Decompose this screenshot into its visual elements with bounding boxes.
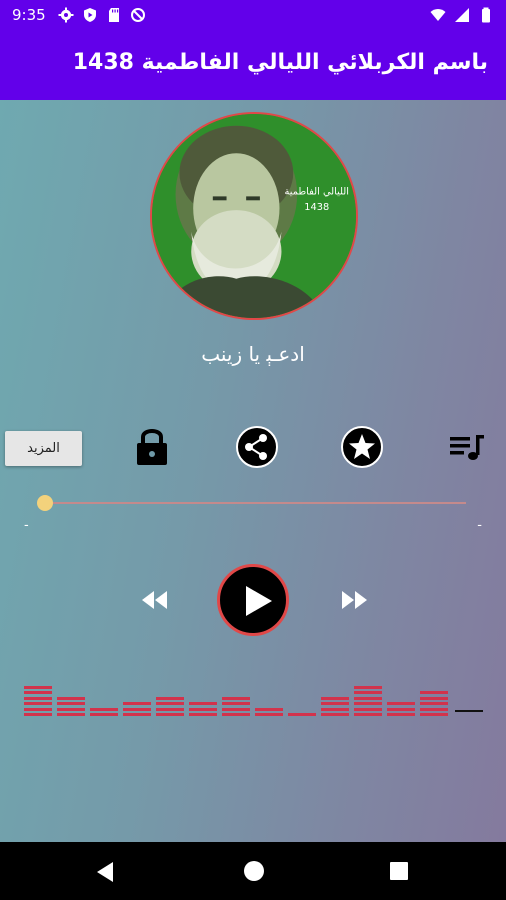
equalizer-segment	[354, 702, 382, 705]
cover-overlay-text-line2: 1438	[304, 202, 329, 213]
equalizer-segment	[90, 707, 118, 711]
rewind-icon[interactable]	[139, 589, 169, 611]
shield-play-icon	[84, 8, 96, 22]
album-art-image: الليالي الفاطمية 1438	[152, 114, 356, 318]
status-system-icons	[430, 7, 494, 23]
equalizer-visualizer	[24, 676, 484, 716]
fast-forward-icon[interactable]	[340, 589, 370, 611]
equalizer-segment	[189, 707, 217, 711]
equalizer-bar	[57, 694, 85, 716]
equalizer-segment	[156, 713, 184, 716]
equalizer-segment	[156, 702, 184, 705]
equalizer-segment	[189, 713, 217, 716]
equalizer-bar	[354, 683, 382, 716]
equalizer-bar	[156, 694, 184, 716]
equalizer-segment	[24, 685, 52, 689]
equalizer-bar	[288, 711, 316, 716]
equalizer-segment	[123, 707, 151, 711]
equalizer-segment	[57, 707, 85, 711]
home-icon[interactable]	[244, 861, 264, 881]
equalizer-bar	[387, 700, 415, 716]
track-title: ادعـﯧ يا زينب	[201, 342, 305, 366]
equalizer-segment	[387, 702, 415, 705]
equalizer-segment	[123, 713, 151, 716]
equalizer-segment	[222, 713, 250, 716]
navigation-bar	[0, 842, 506, 900]
share-icon[interactable]	[235, 425, 279, 469]
seek-thumb[interactable]	[37, 495, 53, 511]
equalizer-segment	[90, 713, 118, 716]
equalizer-segment	[57, 696, 85, 700]
status-bar: 9:35	[0, 0, 506, 30]
equalizer-segment	[321, 707, 349, 711]
signal-icon	[455, 8, 469, 22]
equalizer-segment	[420, 696, 448, 700]
blocked-icon	[131, 8, 145, 22]
equalizer-segment	[24, 702, 52, 705]
app-title: باسم الكربلائي الليالي الفاطمية 1438	[72, 50, 488, 75]
equalizer-bar	[420, 689, 448, 716]
recents-icon[interactable]	[390, 862, 408, 880]
equalizer-bar	[123, 700, 151, 716]
album-cover: الليالي الفاطمية 1438	[150, 112, 358, 320]
equalizer-segment	[387, 713, 415, 716]
equalizer-segment	[420, 691, 448, 694]
equalizer-segment	[354, 696, 382, 700]
equalizer-segment	[354, 691, 382, 694]
equalizer-segment	[24, 696, 52, 700]
seek-bar[interactable]	[46, 502, 466, 504]
equalizer-segment	[354, 707, 382, 711]
more-button[interactable]: المزيد	[5, 431, 82, 466]
equalizer-segment	[354, 713, 382, 716]
equalizer-segment	[420, 702, 448, 705]
equalizer-segment	[420, 713, 448, 716]
equalizer-bar	[321, 694, 349, 716]
equalizer-bar	[90, 705, 118, 716]
cover-overlay-text-line1: الليالي الفاطمية	[285, 186, 349, 197]
equalizer-segment	[255, 707, 283, 711]
status-notification-icons	[58, 7, 146, 23]
equalizer-segment	[222, 696, 250, 700]
play-icon	[246, 586, 272, 616]
equalizer-segment	[321, 696, 349, 700]
equalizer-segment	[156, 707, 184, 711]
battery-icon	[482, 7, 490, 23]
equalizer-segment	[24, 707, 52, 711]
star-icon[interactable]	[340, 425, 384, 469]
wifi-icon	[430, 9, 446, 21]
equalizer-segment	[57, 702, 85, 705]
back-icon[interactable]	[95, 861, 115, 883]
equalizer-segment	[420, 707, 448, 711]
equalizer-baseline	[455, 710, 483, 712]
equalizer-segment	[321, 702, 349, 705]
player-screen: الليالي الفاطمية 1438 ادعـﯧ يا زينب المز…	[0, 100, 506, 842]
equalizer-segment	[222, 702, 250, 705]
equalizer-segment	[387, 707, 415, 711]
equalizer-segment	[222, 707, 250, 711]
status-time: 9:35	[12, 6, 46, 24]
remaining-time: -	[477, 518, 482, 533]
app-bar: باسم الكربلائي الليالي الفاطمية 1438	[0, 30, 506, 100]
equalizer-segment	[288, 713, 316, 716]
equalizer-bar	[222, 694, 250, 716]
equalizer-segment	[255, 713, 283, 716]
equalizer-segment	[57, 713, 85, 716]
elapsed-time: -	[24, 518, 29, 533]
playlist-icon[interactable]	[448, 431, 486, 463]
sd-card-icon	[109, 8, 119, 22]
equalizer-segment	[24, 713, 52, 716]
equalizer-bar	[255, 705, 283, 716]
equalizer-bar	[189, 700, 217, 716]
equalizer-segment	[156, 696, 184, 700]
equalizer-bar	[24, 683, 52, 716]
equalizer-segment	[24, 691, 52, 694]
equalizer-segment	[321, 713, 349, 716]
play-button[interactable]	[217, 564, 289, 636]
equalizer-segment	[123, 702, 151, 705]
equalizer-segment	[189, 702, 217, 705]
lock-icon[interactable]	[133, 425, 171, 467]
gear-icon	[58, 7, 74, 23]
equalizer-segment	[354, 685, 382, 689]
